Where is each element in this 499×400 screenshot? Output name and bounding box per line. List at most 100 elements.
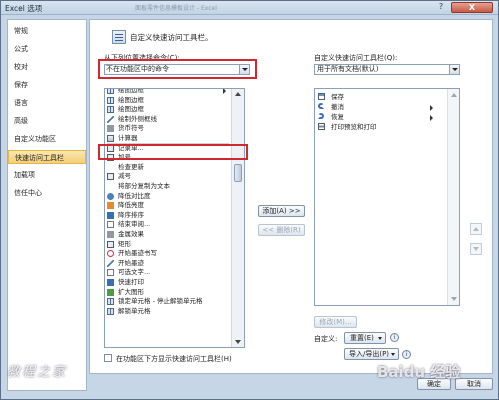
customize-toolbar-value: 用于所有文档(默认)	[317, 65, 379, 73]
command-list-scrollbar[interactable]	[231, 89, 244, 347]
grey-command-icon	[107, 125, 114, 133]
command-label: 金属效果	[118, 230, 144, 238]
add-button[interactable]: 添加(A) >>	[258, 205, 305, 217]
nav-item[interactable]: 高级	[8, 114, 86, 128]
doc-command-icon	[107, 269, 114, 277]
submenu-arrow-icon	[430, 115, 433, 121]
command-list[interactable]: 绘图边框 绘图边框 绘图边框 绘制外侧框线 货币符号 计算器 记录单... 加号 检查更新 减号将…	[104, 88, 245, 348]
pen-command-icon	[107, 259, 114, 267]
scroll-down-icon[interactable]	[451, 297, 457, 301]
nav-item[interactable]: 信任中心	[8, 186, 86, 200]
remove-button[interactable]: << 删除(R)	[258, 224, 305, 236]
command-item[interactable]: 开始墨迹	[105, 259, 231, 268]
doc-command-icon	[107, 221, 114, 229]
command-item[interactable]: 矩形	[105, 240, 231, 249]
excel-options-window: Excel 选项 面板零件信息模板设计 - Excel ? X 常规公式校对保存…	[0, 0, 499, 400]
command-item[interactable]: 减号	[105, 172, 231, 181]
nav-item[interactable]: 快速访问工具栏	[8, 150, 86, 164]
command-label: 绘图边框	[118, 95, 144, 104]
pane-heading: 自定义快速访问工具栏。	[130, 33, 213, 42]
redo-icon	[318, 113, 324, 119]
nav-item[interactable]: 公式	[8, 42, 86, 56]
toolbar-item[interactable]: 打印预览和打印	[315, 122, 445, 132]
scroll-thumb[interactable]	[234, 164, 242, 182]
toolbar-item[interactable]: 撤消	[315, 102, 445, 112]
cancel-button[interactable]: 取消	[455, 378, 493, 390]
blue-command-icon	[107, 211, 114, 219]
command-label: 绘制外侧框线	[118, 114, 157, 123]
grid-command-icon	[107, 96, 114, 104]
command-item[interactable]: 降低亮度	[105, 201, 231, 210]
grid-command-icon	[107, 89, 114, 94]
dot-command-icon	[107, 192, 114, 200]
scroll-up-icon[interactable]	[235, 92, 241, 96]
reset-button[interactable]: 重置(E)	[344, 332, 386, 344]
nav-item[interactable]: 常规	[8, 24, 86, 38]
chevron-down-icon	[391, 353, 395, 356]
nav-item[interactable]: 语言	[8, 96, 86, 110]
command-item[interactable]: 货币符号	[105, 124, 231, 133]
command-label: 锁定单元格 - 停止解锁单元格	[118, 297, 203, 306]
show-below-checkbox[interactable]	[104, 354, 112, 362]
command-item[interactable]: 绘图边框	[105, 88, 231, 95]
background-window-text: 面板零件信息模板设计 - Excel	[135, 5, 217, 12]
scroll-down-icon[interactable]	[235, 340, 241, 344]
window-title: Excel 选项	[5, 4, 43, 13]
highlight-box	[98, 59, 257, 79]
toolbar-icon	[112, 30, 126, 44]
toolbar-item[interactable]: 恢复	[315, 112, 445, 122]
nav-item[interactable]: 保存	[8, 78, 86, 92]
import-export-button[interactable]: 导入/导出(P)	[344, 348, 399, 360]
command-item[interactable]: 可选文字...	[105, 268, 231, 277]
command-label: 绘图边框	[118, 88, 144, 94]
move-down-button[interactable]	[470, 243, 482, 255]
command-item[interactable]: 开始墨迹书写	[105, 249, 231, 258]
customize-toolbar-dropdown[interactable]: 用于所有文档(默认)	[314, 64, 460, 75]
command-item[interactable]: 绘制外侧框线	[105, 115, 231, 124]
info-icon: i	[402, 350, 411, 359]
command-item[interactable]: 锁定单元格 - 停止解锁单元格	[105, 297, 231, 306]
command-label: 货币符号	[118, 124, 144, 133]
toolbar-item-label: 撤消	[331, 103, 344, 111]
command-label: 减号	[118, 172, 131, 181]
command-label: 解锁单元格	[118, 306, 151, 315]
highlight-box	[98, 144, 248, 160]
chevron-down-icon[interactable]	[449, 65, 459, 74]
command-item[interactable]: 绘图边框	[105, 96, 231, 105]
command-item[interactable]: 绘图边框	[105, 105, 231, 114]
toolbar-item-label: 打印预览和打印	[331, 123, 377, 131]
watermark-left: 教程之家	[7, 365, 68, 380]
command-item[interactable]: 降序排序	[105, 211, 231, 220]
quick-access-scrollbar[interactable]	[447, 89, 459, 305]
quick-access-list[interactable]: 保存 撤消恢复打印预览和打印	[314, 88, 460, 306]
help-button[interactable]: ?	[433, 2, 449, 13]
info-icon: i	[390, 333, 399, 342]
nav-item[interactable]: 加载项	[8, 168, 86, 182]
command-label: 降低对比度	[118, 191, 151, 200]
toolbar-item-label: 恢复	[331, 113, 344, 121]
calc-command-icon	[107, 135, 114, 142]
command-item[interactable]: 扩大图形	[105, 288, 231, 297]
customize-label: 自定义:	[314, 335, 338, 343]
orange-command-icon	[107, 202, 114, 210]
command-item[interactable]: 解锁单元格	[105, 307, 231, 316]
watermark-right: Baidu 经验	[377, 363, 461, 381]
command-label: 开始墨迹	[118, 258, 144, 267]
command-item[interactable]: 金属效果	[105, 230, 231, 239]
command-item[interactable]: 检查更新	[105, 163, 231, 172]
command-item[interactable]: 结束审阅...	[105, 220, 231, 229]
blue-command-icon	[107, 279, 114, 286]
print-icon	[318, 123, 325, 130]
nav-item[interactable]: 校对	[8, 60, 86, 74]
close-button[interactable]: X	[451, 2, 493, 13]
command-item[interactable]: 降低对比度	[105, 192, 231, 201]
toolbar-item[interactable]: 保存	[315, 92, 445, 102]
move-up-button[interactable]	[470, 223, 482, 235]
command-item[interactable]: 快速打印	[105, 278, 231, 287]
command-label: 快速打印	[118, 278, 144, 286]
modify-button[interactable]: 修改(M)...	[314, 316, 357, 328]
scroll-up-icon[interactable]	[451, 93, 457, 97]
command-item[interactable]: 将部分复制为文本	[105, 182, 231, 191]
customize-toolbar-label: 自定义快速访问工具栏(Q):	[314, 54, 398, 62]
nav-item[interactable]: 自定义功能区	[8, 132, 86, 146]
